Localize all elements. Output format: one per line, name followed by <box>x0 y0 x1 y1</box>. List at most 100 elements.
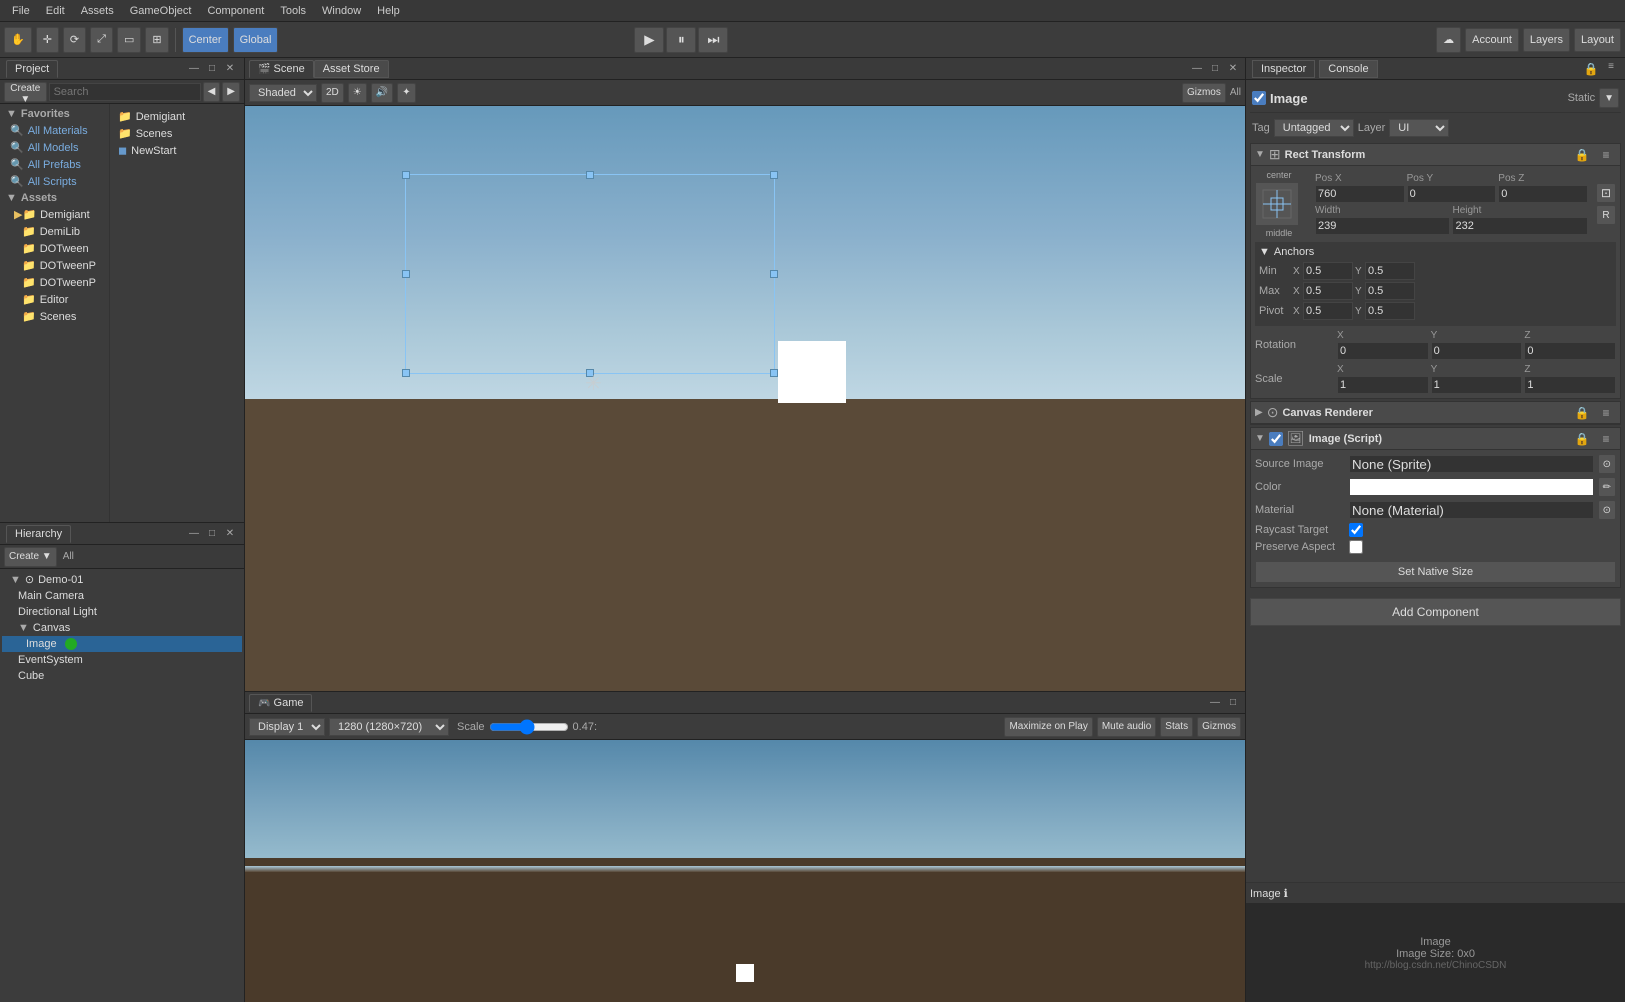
menu-file[interactable]: File <box>4 3 38 19</box>
rect-lock[interactable]: 🔒 <box>1572 145 1592 165</box>
scale-x-input[interactable] <box>1337 376 1429 394</box>
favorites-header[interactable]: ▼ Favorites <box>2 106 107 122</box>
anchors-header[interactable]: ▼ Anchors <box>1259 246 1612 258</box>
nav-forward[interactable]: ▶ <box>222 82 240 102</box>
move-tool-button[interactable]: ✛ <box>36 27 59 53</box>
canvas-renderer-header[interactable]: ▶ ⊙ Canvas Renderer 🔒 ≡ <box>1251 402 1620 424</box>
folder-dotweenp1[interactable]: 📁 DOTweenP <box>2 257 107 274</box>
canvas-menu[interactable]: ≡ <box>1596 403 1616 423</box>
color-picker-btn[interactable]: ✏ <box>1598 477 1616 497</box>
display-dropdown[interactable]: Display 1 <box>249 718 325 736</box>
layer-dropdown[interactable]: UI <box>1389 119 1449 137</box>
handle-t[interactable] <box>586 171 594 179</box>
rot-x-input[interactable] <box>1337 342 1429 360</box>
scale-y-input[interactable] <box>1431 376 1523 394</box>
anchor-pivot-y-input[interactable] <box>1365 302 1415 320</box>
asset-store-tab[interactable]: Asset Store <box>314 60 389 78</box>
tag-dropdown[interactable]: Untagged <box>1274 119 1354 137</box>
hand-tool-button[interactable]: ✋ <box>4 27 32 53</box>
menu-tools[interactable]: Tools <box>272 3 314 19</box>
hierarchy-minimize[interactable]: — <box>186 526 202 542</box>
r-btn[interactable]: R <box>1596 205 1616 225</box>
rot-y-input[interactable] <box>1431 342 1523 360</box>
scale-tool-button[interactable]: ⤢ <box>90 27 113 53</box>
scene-audio-button[interactable]: 🔊 <box>371 83 393 103</box>
scale-z-input[interactable] <box>1524 376 1616 394</box>
fav-all-scripts[interactable]: 🔍 All Scripts <box>6 173 107 190</box>
handle-tr[interactable] <box>770 171 778 179</box>
inspector-lock[interactable]: 🔒 <box>1581 59 1601 79</box>
raycast-checkbox[interactable] <box>1349 523 1363 537</box>
inspector-tab[interactable]: Inspector <box>1252 60 1315 78</box>
add-component-button[interactable]: Add Component <box>1250 598 1621 626</box>
global-button[interactable]: Global <box>233 27 279 53</box>
game-maximize[interactable]: □ <box>1225 695 1241 711</box>
handle-r[interactable] <box>770 270 778 278</box>
handle-tl[interactable] <box>402 171 410 179</box>
rect-transform-header[interactable]: ▼ ⊞ Rect Transform 🔒 ≡ <box>1251 144 1620 166</box>
game-minimize[interactable]: — <box>1207 695 1223 711</box>
anchor-visual[interactable] <box>1255 182 1299 226</box>
scene-lighting-button[interactable]: ☀ <box>348 83 367 103</box>
anchor-min-x-input[interactable] <box>1303 262 1353 280</box>
folder-editor[interactable]: 📁 Editor <box>2 291 107 308</box>
pos-y-input[interactable] <box>1407 185 1497 203</box>
maximize-on-play-button[interactable]: Maximize on Play <box>1004 717 1092 737</box>
scene-maximize[interactable]: □ <box>1207 61 1223 77</box>
fav-all-materials[interactable]: 🔍 All Materials <box>6 122 107 139</box>
hierarchy-image[interactable]: Image <box>2 636 242 652</box>
step-button[interactable]: ⏭ <box>698 27 728 53</box>
scale-slider[interactable] <box>489 719 569 735</box>
hierarchy-maximize[interactable]: □ <box>204 526 220 542</box>
hierarchy-create-button[interactable]: Create ▼ <box>4 547 57 567</box>
source-image-pick[interactable]: ⊙ <box>1598 454 1616 474</box>
handle-br[interactable] <box>770 369 778 377</box>
set-native-size-button[interactable]: Set Native Size <box>1255 561 1616 583</box>
folder-demilib[interactable]: 📁 DemiLib <box>2 223 107 240</box>
nav-back[interactable]: ◀ <box>203 82 221 102</box>
object-enabled-checkbox[interactable] <box>1252 91 1266 105</box>
pos-z-input[interactable] <box>1498 185 1588 203</box>
source-image-input[interactable] <box>1349 455 1594 473</box>
stats-button[interactable]: Stats <box>1160 717 1193 737</box>
wh-icon-btn[interactable]: ⊡ <box>1596 183 1616 203</box>
mute-audio-button[interactable]: Mute audio <box>1097 717 1156 737</box>
transform-tool-button[interactable]: ⊞ <box>145 27 168 53</box>
game-gizmos-button[interactable]: Gizmos <box>1197 717 1241 737</box>
cloud-button[interactable]: ☁ <box>1436 27 1461 53</box>
handle-l[interactable] <box>402 270 410 278</box>
console-tab[interactable]: Console <box>1319 60 1377 78</box>
game-tab[interactable]: 🎮 Game <box>249 694 312 712</box>
scene-effects-button[interactable]: ✦ <box>397 83 415 103</box>
assets-header[interactable]: ▼ Assets <box>2 190 107 206</box>
gizmos-button[interactable]: Gizmos <box>1182 83 1226 103</box>
pos-x-input[interactable] <box>1315 185 1405 203</box>
hierarchy-directional-light[interactable]: Directional Light <box>2 604 242 620</box>
image-lock[interactable]: 🔒 <box>1572 429 1592 449</box>
asset-newstart[interactable]: ◼ NewStart <box>114 142 240 159</box>
center-button[interactable]: Center <box>182 27 229 53</box>
static-dropdown-button[interactable]: ▼ <box>1599 88 1619 108</box>
preserve-aspect-checkbox[interactable] <box>1349 540 1363 554</box>
resolution-dropdown[interactable]: 1280 (1280×720) <box>329 718 449 736</box>
material-pick[interactable]: ⊙ <box>1598 500 1616 520</box>
hierarchy-canvas[interactable]: ▼ Canvas <box>2 620 242 636</box>
handle-bl[interactable] <box>402 369 410 377</box>
canvas-lock[interactable]: 🔒 <box>1572 403 1592 423</box>
layout-button[interactable]: Layout <box>1574 28 1621 52</box>
fav-all-models[interactable]: 🔍 All Models <box>6 139 107 156</box>
height-input[interactable] <box>1452 217 1587 235</box>
layers-button[interactable]: Layers <box>1523 28 1570 52</box>
menu-window[interactable]: Window <box>314 3 369 19</box>
asset-demigiant[interactable]: 📁 Demigiant <box>114 108 240 125</box>
menu-gameobject[interactable]: GameObject <box>122 3 200 19</box>
project-maximize[interactable]: □ <box>204 61 220 77</box>
menu-help[interactable]: Help <box>369 3 408 19</box>
rotate-tool-button[interactable]: ⟳ <box>63 27 86 53</box>
hierarchy-main-camera[interactable]: Main Camera <box>2 588 242 604</box>
color-swatch[interactable] <box>1349 478 1594 496</box>
fav-all-prefabs[interactable]: 🔍 All Prefabs <box>6 156 107 173</box>
game-viewport[interactable] <box>245 740 1245 1002</box>
project-close[interactable]: ✕ <box>222 61 238 77</box>
rect-menu[interactable]: ≡ <box>1596 145 1616 165</box>
